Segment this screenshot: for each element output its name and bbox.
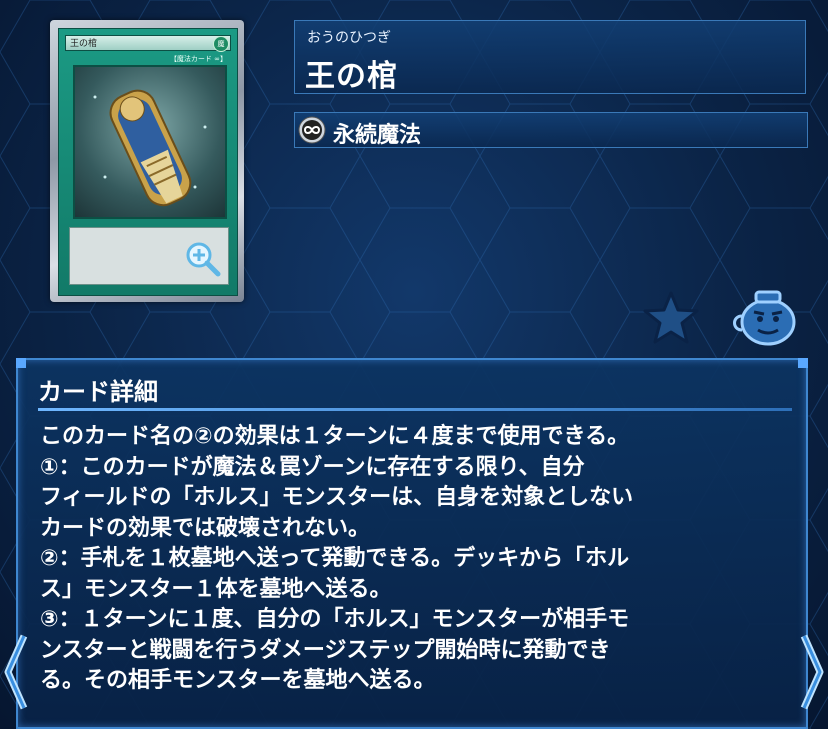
next-card-arrow-icon[interactable] — [798, 632, 828, 712]
card-type-panel: 永続魔法 — [294, 112, 808, 148]
card-name: 王の棺 — [305, 59, 398, 94]
card-image: 王の棺 魔 【魔法カード ∞】 — [58, 28, 238, 296]
panel-corner — [798, 358, 808, 368]
card-attribute-icon: 魔 — [213, 36, 229, 52]
card-artwork — [73, 65, 227, 219]
card-effect-text: このカード名の②の効果は１ターンに４度まで使用できる。 ①：このカードが魔法＆罠… — [40, 424, 634, 693]
previous-card-arrow-icon[interactable] — [0, 632, 30, 712]
card-name-reading: おうのひつぎ — [307, 30, 391, 46]
panel-corner — [16, 358, 26, 368]
card-mini-type: 【魔法カード ∞】 — [169, 55, 227, 63]
card-image-frame[interactable]: 王の棺 魔 【魔法カード ∞】 — [50, 20, 244, 302]
detail-heading: カード詳細 — [38, 378, 158, 406]
card-text-box — [69, 227, 229, 285]
card-name-panel: おうのひつぎ 王の棺 — [294, 20, 806, 94]
card-type-label: 永続魔法 — [333, 123, 422, 148]
deck-pot-icon[interactable] — [730, 286, 800, 346]
card-detail-panel: カード詳細 このカード名の②の効果は１ターンに４度まで使用できる。 ①：このカー… — [16, 358, 808, 729]
card-mini-name: 王の棺 — [65, 35, 231, 51]
continuous-spell-icon — [298, 116, 326, 144]
zoom-in-icon[interactable] — [184, 240, 222, 278]
detail-divider — [38, 408, 792, 411]
favorite-star-icon[interactable] — [642, 290, 700, 346]
